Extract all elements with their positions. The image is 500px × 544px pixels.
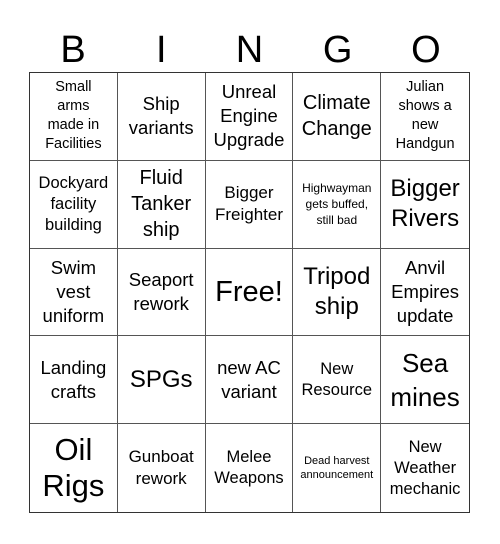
cell-text: Climate Change — [301, 92, 372, 141]
bingo-cell[interactable]: Bigger Rivers — [381, 161, 469, 249]
bingo-cell[interactable]: Gunboat rework — [118, 424, 206, 512]
bingo-grid: Small arms made in Facilities Ship varia… — [29, 72, 470, 513]
bingo-cell[interactable]: Climate Change — [293, 73, 382, 161]
bingo-cell[interactable]: Dockyard facility building — [30, 160, 118, 249]
bingo-cell[interactable]: Sea mines — [381, 336, 469, 425]
cell-text: New Weather mechanic — [389, 437, 461, 498]
bingo-cell[interactable]: New Resource — [293, 336, 382, 425]
bingo-cell[interactable]: SPGs — [117, 336, 206, 425]
cell-text: Swim vest uniform — [42, 256, 105, 326]
bingo-cell[interactable]: Highwayman gets buffed, still bad — [293, 160, 382, 249]
bingo-cell[interactable]: Fluid Tanker ship — [117, 160, 206, 249]
bingo-cell[interactable]: New Weather mechanic — [381, 424, 469, 512]
bingo-header: B I N G O — [29, 28, 470, 72]
bingo-cell[interactable]: Anvil Empires update — [381, 249, 469, 337]
bingo-cell[interactable]: Tripod ship — [293, 248, 382, 337]
cell-text: Anvil Empires update — [391, 256, 460, 326]
cell-text: New Resource — [301, 359, 373, 399]
header-letter-g: G — [322, 29, 353, 71]
cell-text: Tripod ship — [303, 262, 371, 320]
header-letter-o: O — [411, 29, 441, 71]
bingo-cell[interactable]: Small arms made in Facilities — [30, 73, 118, 161]
bingo-cell[interactable]: new AC variant — [205, 336, 294, 425]
bingo-cell[interactable]: Landing crafts — [30, 336, 118, 425]
bingo-cell[interactable]: Swim vest uniform — [30, 248, 118, 337]
cell-text: Bigger Rivers — [390, 175, 460, 233]
bingo-cell[interactable]: Unreal Engine Upgrade — [205, 73, 294, 161]
cell-text: Landing crafts — [40, 356, 107, 402]
bingo-cell[interactable]: Melee Weapons — [206, 424, 294, 512]
cell-text: Small arms made in Facilities — [45, 79, 102, 153]
cell-text: Highwayman gets buffed, still bad — [302, 181, 372, 228]
cell-text: Melee Weapons — [214, 448, 284, 488]
bingo-cell[interactable]: Seaport rework — [117, 248, 206, 337]
cell-text: Bigger Freighter — [214, 183, 283, 225]
header-letter-i: I — [156, 29, 167, 71]
bingo-cell[interactable]: Oil Rigs — [30, 424, 118, 512]
cell-text: Free! — [215, 275, 283, 308]
cell-text: Dead harvest announcement — [300, 455, 374, 482]
bingo-cell[interactable]: Dead harvest announcement — [293, 424, 382, 512]
cell-text: Fluid Tanker ship — [131, 167, 192, 242]
bingo-cell[interactable]: Julian shows a new Handgun — [381, 73, 469, 161]
cell-text: Gunboat rework — [128, 447, 194, 489]
cell-text: Julian shows a new Handgun — [395, 79, 455, 153]
cell-text: new AC variant — [217, 356, 281, 402]
bingo-cell[interactable]: Ship variants — [117, 73, 206, 161]
header-letter-b: B — [60, 29, 86, 71]
header-letter-n: N — [235, 29, 264, 71]
cell-text: Unreal Engine Upgrade — [213, 81, 285, 151]
cell-text: Oil Rigs — [42, 432, 105, 504]
cell-text: Seaport rework — [128, 268, 194, 314]
cell-text: Dockyard facility building — [38, 173, 109, 234]
bingo-cell[interactable]: Bigger Freighter — [205, 160, 294, 249]
cell-text: Ship variants — [128, 93, 194, 139]
cell-text: SPGs — [129, 365, 193, 393]
free-space[interactable]: Free! — [205, 248, 294, 337]
cell-text: Sea mines — [390, 347, 460, 412]
